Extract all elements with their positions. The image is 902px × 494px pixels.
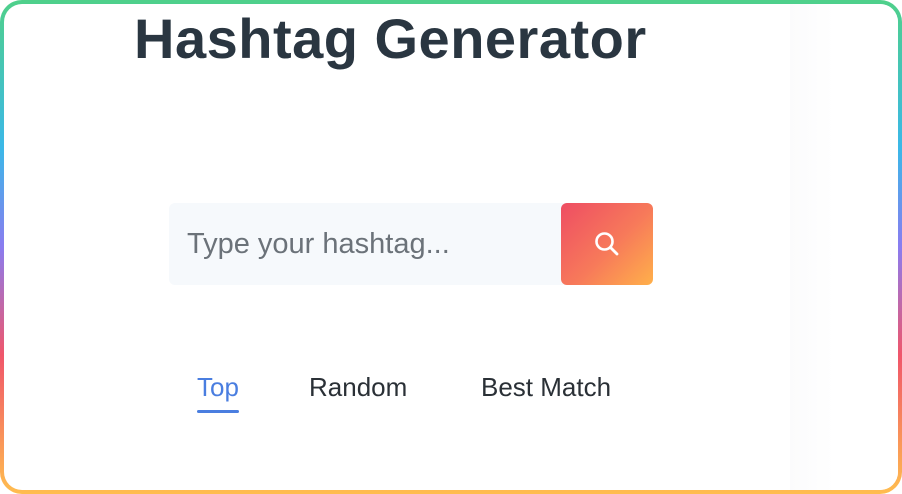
active-tab-indicator [197, 410, 239, 413]
tab-top-label: Top [197, 372, 239, 402]
app-frame: Hashtag Generator Top Random Best Match [0, 0, 902, 494]
search-button[interactable] [561, 203, 653, 285]
result-tabs: Top Random Best Match [4, 364, 898, 424]
tab-top[interactable]: Top [197, 372, 239, 413]
tab-random[interactable]: Random [309, 372, 407, 403]
page-title: Hashtag Generator [134, 7, 647, 70]
tab-best-match-label: Best Match [481, 372, 612, 402]
tab-best-match[interactable]: Best Match [481, 372, 611, 403]
search-bar [169, 203, 653, 285]
search-icon [595, 232, 619, 256]
tab-random-label: Random [309, 372, 408, 402]
hashtag-search-input[interactable] [169, 203, 569, 285]
app-content: Hashtag Generator Top Random Best Match [4, 4, 898, 490]
